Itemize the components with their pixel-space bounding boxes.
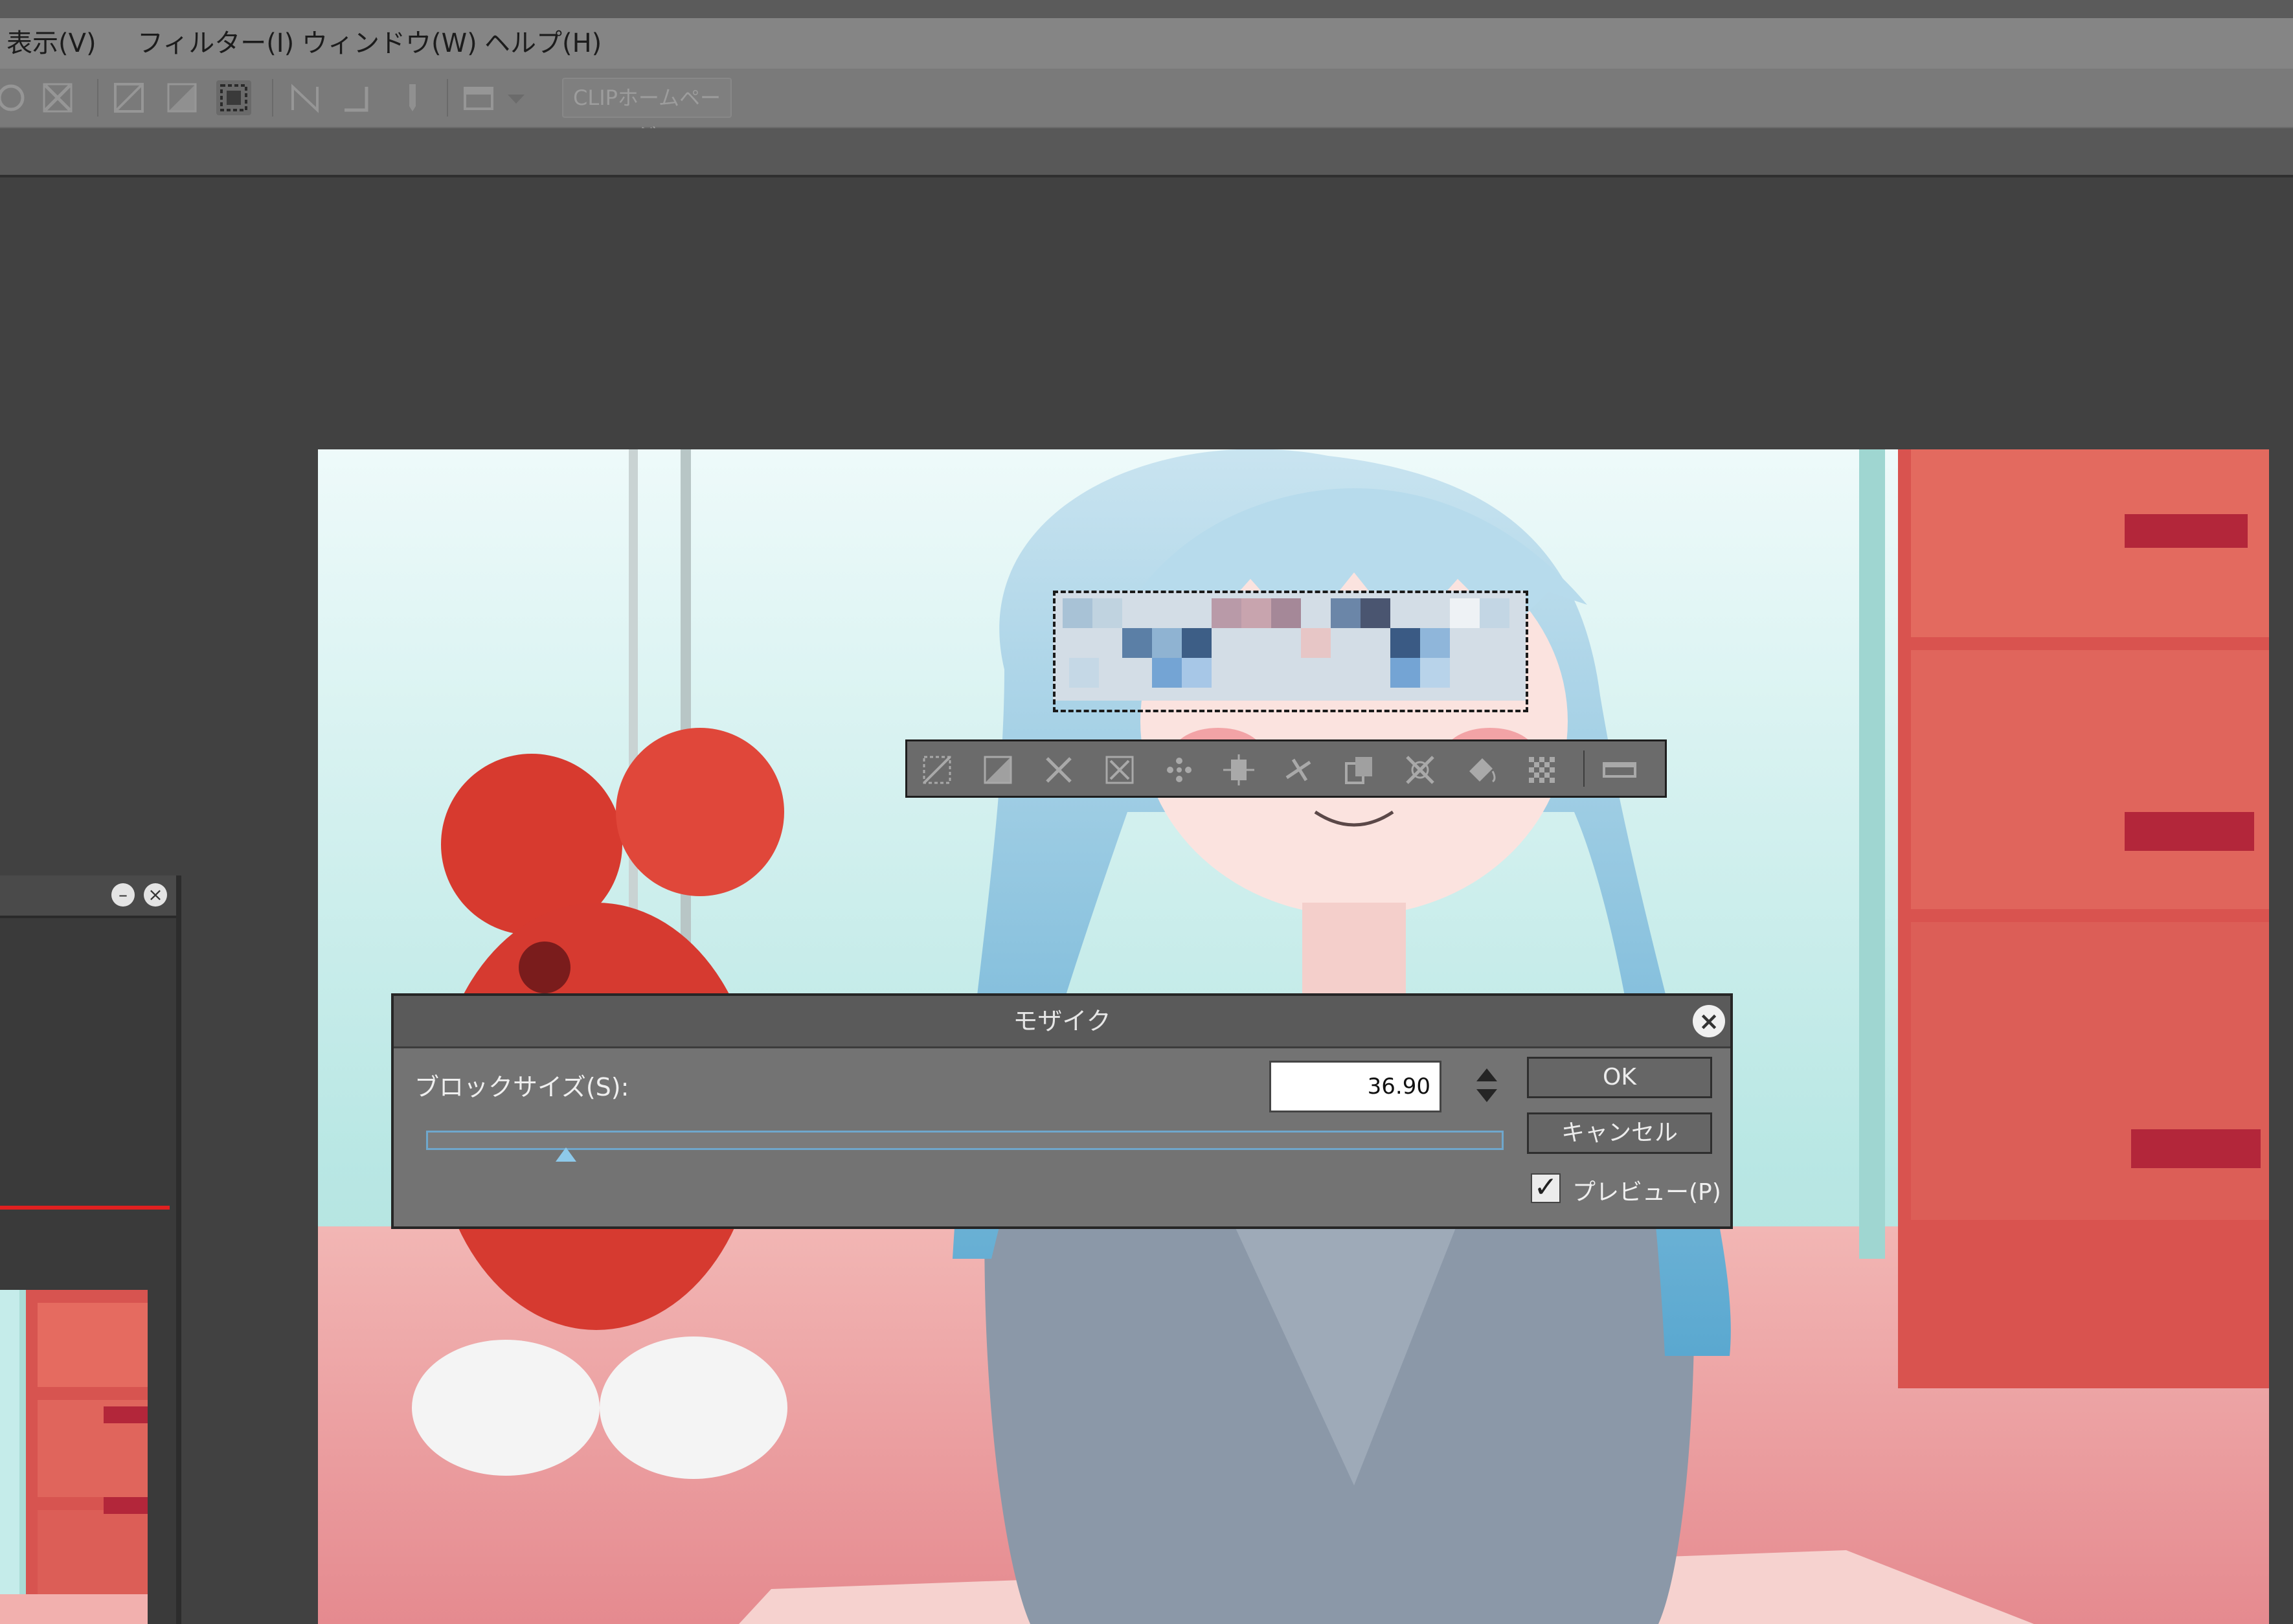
block-size-slider[interactable] [426, 1131, 1504, 1150]
mosaic-dialog: モザイク × ブロックサイズ(S): OK キャンセル ✓ プレビュー(P) [391, 993, 1733, 1229]
ok-button[interactable]: OK [1527, 1057, 1712, 1098]
block-size-label: ブロックサイズ(S): [414, 1073, 629, 1101]
launcher-settings-icon[interactable] [1601, 752, 1638, 788]
slider-thumb[interactable] [556, 1147, 577, 1162]
menu-bar: 表示(V) フィルター(I) ウィンドウ(W) ヘルプ(H) [0, 18, 2293, 70]
scale-rotate-icon[interactable] [1402, 752, 1438, 788]
crop-icon[interactable] [1221, 752, 1257, 788]
invert-selection-icon[interactable] [980, 752, 1016, 788]
clip-homepage-button[interactable]: CLIPホームページ [562, 78, 732, 148]
minimize-icon[interactable]: – [111, 883, 135, 907]
command-bar: CLIPホームページ [0, 69, 2293, 148]
navigator-thumbnail-image [0, 1290, 148, 1624]
tone-icon[interactable] [1524, 752, 1560, 788]
menu-view[interactable]: 表示(V) [6, 18, 96, 69]
pen-icon[interactable] [395, 80, 430, 115]
expand-selection-icon[interactable] [1041, 752, 1077, 788]
cut-paste-icon[interactable] [1280, 752, 1316, 788]
copy-paste-icon[interactable] [1341, 752, 1377, 788]
chevron-down-icon[interactable] [505, 80, 527, 115]
cancel-button[interactable]: キャンセル [1527, 1112, 1712, 1154]
window-title-bar [0, 0, 2293, 18]
transform-icon[interactable] [40, 80, 75, 115]
separator [272, 79, 273, 117]
navigator-view-frame [0, 1206, 170, 1210]
clear-outside-icon[interactable] [111, 80, 146, 115]
fill-icon[interactable] [164, 80, 199, 115]
menu-filter[interactable]: フィルター(I) [137, 18, 294, 69]
menu-help[interactable]: ヘルプ(H) [484, 18, 602, 69]
rotate-icon[interactable] [0, 80, 28, 115]
navigator-panel: – × [0, 875, 181, 1624]
preview-label: プレビュー(P) [1572, 1179, 1721, 1206]
layer-icon[interactable] [461, 80, 496, 115]
separator [97, 79, 98, 117]
scatter-icon[interactable] [1161, 752, 1197, 788]
menu-window[interactable]: ウィンドウ(W) [302, 18, 477, 69]
preview-checkbox[interactable]: ✓ [1531, 1173, 1561, 1203]
snap-icon[interactable] [338, 80, 373, 115]
close-icon[interactable]: × [1693, 1005, 1725, 1037]
block-size-input[interactable] [1269, 1061, 1441, 1112]
selection-icon[interactable] [216, 80, 251, 115]
ruler-icon[interactable] [288, 80, 322, 115]
tool-property-bar [0, 128, 2293, 177]
separator [1583, 750, 1585, 787]
shrink-selection-icon[interactable] [1101, 752, 1138, 788]
navigator-thumbnail[interactable] [0, 1290, 148, 1624]
close-icon[interactable]: × [144, 883, 167, 907]
spin-down-icon[interactable] [1476, 1089, 1497, 1102]
spin-up-icon[interactable] [1476, 1068, 1497, 1081]
checkmark-icon: ✓ [1533, 1171, 1558, 1204]
dialog-title[interactable]: モザイク [394, 996, 1730, 1048]
deselect-icon[interactable] [919, 752, 955, 788]
navigator-header: – × [0, 875, 176, 918]
fill-bucket-icon[interactable] [1463, 752, 1499, 788]
selection-launcher [905, 739, 1667, 798]
separator [447, 79, 448, 117]
selection-marquee [1053, 591, 1528, 712]
